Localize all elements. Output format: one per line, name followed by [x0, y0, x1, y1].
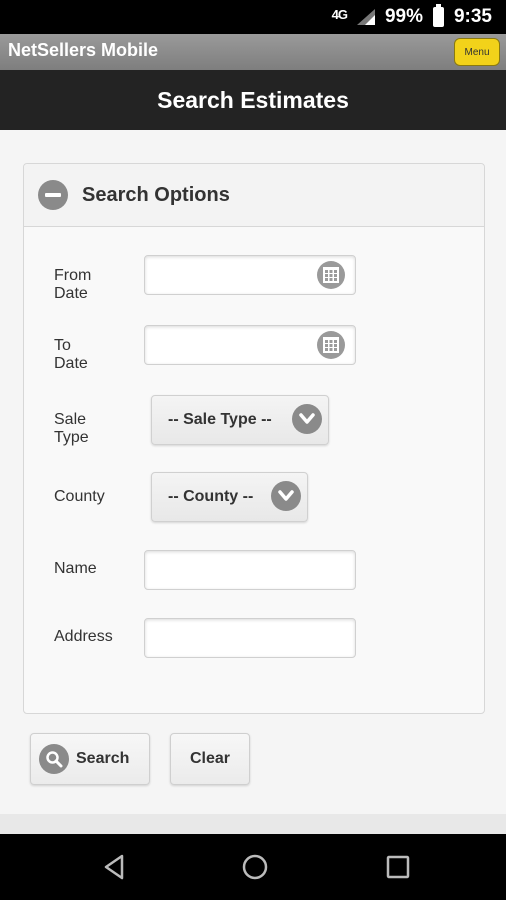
- name-label: Name: [54, 560, 97, 577]
- page-title: Search Estimates: [157, 86, 349, 113]
- chevron-down-icon: [271, 481, 301, 511]
- to-date-input[interactable]: [144, 325, 356, 365]
- sale-type-label: Sale Type: [54, 411, 89, 446]
- footer: [0, 814, 506, 834]
- battery-icon: [432, 4, 444, 27]
- calendar-icon[interactable]: [317, 331, 345, 359]
- sale-type-select[interactable]: -- Sale Type --: [151, 395, 329, 445]
- search-icon: [39, 744, 69, 774]
- recents-icon[interactable]: [383, 852, 413, 882]
- clear-button[interactable]: Clear: [170, 733, 250, 785]
- back-icon[interactable]: [100, 852, 130, 882]
- from-date-input[interactable]: [144, 255, 356, 295]
- calendar-icon[interactable]: [317, 261, 345, 289]
- minus-circle-icon[interactable]: [38, 180, 68, 210]
- battery-percent: 99%: [384, 6, 423, 27]
- clock: 9:35: [453, 6, 492, 27]
- address-input[interactable]: [144, 618, 356, 658]
- home-icon[interactable]: [240, 852, 270, 882]
- county-label: County: [54, 488, 105, 505]
- sale-type-value: -- Sale Type --: [168, 411, 272, 428]
- search-button-label: Search: [76, 750, 130, 767]
- address-label: Address: [54, 628, 113, 645]
- signal-icon: [356, 9, 375, 25]
- panel-title: Search Options: [82, 183, 230, 206]
- from-date-label: From Date: [54, 267, 92, 302]
- search-button[interactable]: Search: [30, 733, 150, 785]
- app-bar: NetSellers Mobile Menu: [0, 34, 506, 70]
- county-select[interactable]: -- County --: [151, 472, 308, 522]
- search-options-panel: Search Options From Date To Date Sale Ty…: [23, 163, 485, 714]
- clear-button-label: Clear: [189, 750, 231, 767]
- page-header: Search Estimates: [0, 70, 506, 130]
- network-indicator: 4G: [331, 6, 348, 22]
- status-bar: 4G 99% 9:35: [0, 0, 506, 34]
- menu-button[interactable]: Menu: [454, 38, 500, 66]
- search-options-toggle[interactable]: Search Options: [24, 164, 484, 227]
- app-title: NetSellers Mobile: [8, 40, 159, 60]
- to-date-label: To Date: [54, 337, 88, 372]
- county-value: -- County --: [168, 488, 254, 505]
- name-input[interactable]: [144, 550, 356, 590]
- system-nav-bar: [0, 834, 506, 900]
- chevron-down-icon: [292, 404, 322, 434]
